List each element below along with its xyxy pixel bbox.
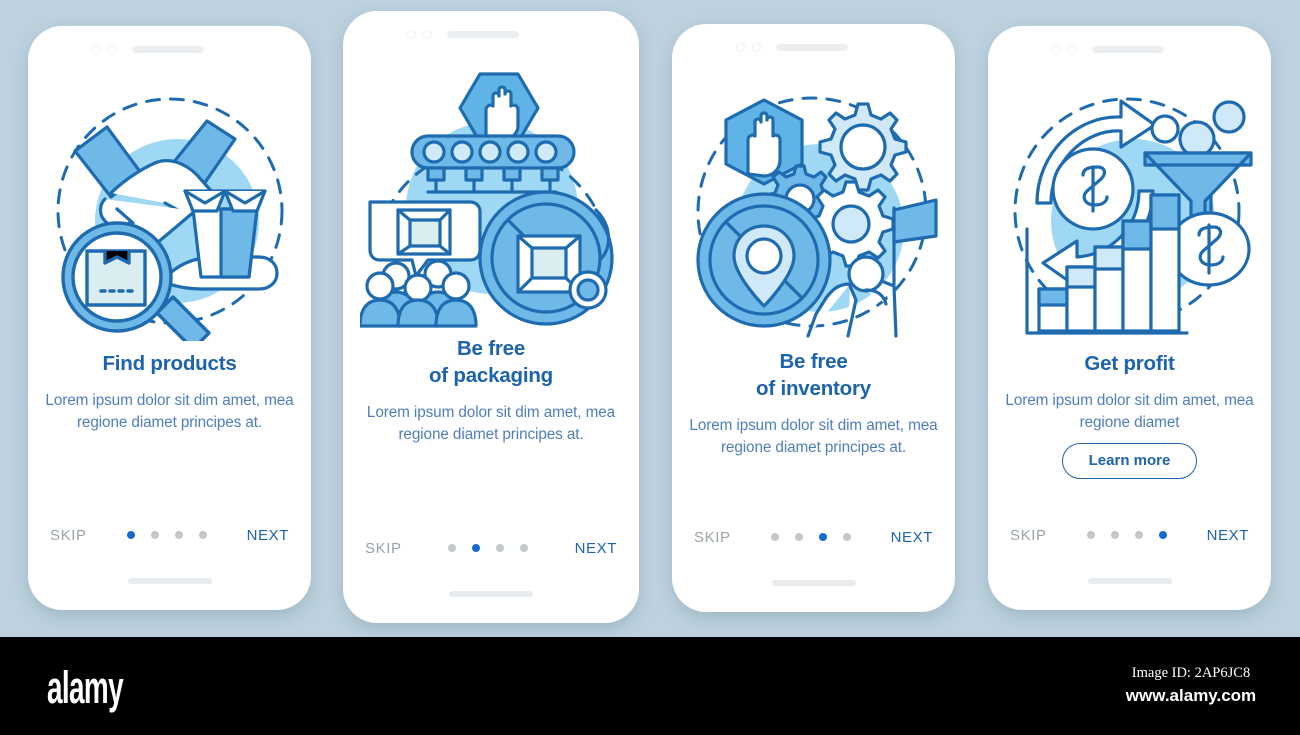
sensor-dot-icon [423,29,432,39]
camera-dot-icon [407,29,416,39]
cta-area: Learn more [1004,443,1255,479]
earpiece-speaker-icon [447,30,519,38]
copy-block: Be free of packaging Lorem ipsum dolor s… [343,335,639,531]
onboarding-phone-row: Find products Lorem ipsum dolor sit dim … [0,0,1300,634]
home-indicator-area [988,552,1271,610]
page-dot-2[interactable] [150,531,159,539]
next-button[interactable]: NEXT [247,527,289,544]
stock-watermark-bar: alamy Image ID: 2AP6JC8 www.alamy.com [0,637,1300,735]
phone-status-bar [343,11,639,57]
pager-row: SKIP NEXT [988,518,1271,552]
sensor-dot-icon [1068,44,1077,54]
copy-block: Find products Lorem ipsum dolor sit dim … [28,350,311,518]
next-button[interactable]: NEXT [575,540,617,557]
page-dot-3[interactable] [174,531,183,539]
page-indicator-dots [770,533,851,541]
next-button[interactable]: NEXT [891,529,933,546]
page-indicator-dots [1086,531,1167,539]
home-indicator [449,591,533,597]
page-dot-2[interactable] [1110,531,1119,539]
camera-dot-icon [1052,44,1061,54]
home-indicator [771,580,856,586]
page-dot-1[interactable] [126,531,135,539]
skip-button[interactable]: SKIP [50,527,87,544]
phone-screen-be-free-of-packaging: Be free of packaging Lorem ipsum dolor s… [343,11,639,623]
pager-row: SKIP NEXT [343,531,639,565]
camera-dot-icon [736,42,745,52]
earpiece-speaker-icon [1092,45,1164,53]
page-body-text: Lorem ipsum dolor sit dim amet, mea regi… [45,392,294,431]
skip-button[interactable]: SKIP [365,540,402,557]
sensor-dot-icon [108,44,117,54]
page-title: Be free of packaging [428,337,554,387]
page-body-text: Lorem ipsum dolor sit dim amet, mea regi… [689,417,938,456]
phone-screen-find-products: Find products Lorem ipsum dolor sit dim … [28,26,311,610]
page-indicator-dots [126,531,207,539]
copy-block: Get profit Lorem ipsum dolor sit dim ame… [988,350,1271,518]
page-dot-1[interactable] [1086,531,1095,539]
page-indicator-dots [448,544,529,552]
phone-status-bar [988,26,1271,72]
pager-row: SKIP NEXT [672,520,955,554]
pager-row: SKIP NEXT [28,518,311,552]
page-title: Get profit [1084,352,1175,375]
page-dot-3[interactable] [496,544,505,552]
illustration-handshake-magnifier-box-icon [28,72,311,350]
earpiece-speaker-icon [776,43,848,51]
skip-button[interactable]: SKIP [694,529,731,546]
page-dot-2[interactable] [794,533,803,541]
illustration-conveyor-stophand-people-noparcel-icon [343,57,639,335]
watermark-meta: Image ID: 2AP6JC8 www.alamy.com [1096,665,1286,706]
page-dot-4[interactable] [1158,531,1167,539]
page-dot-3[interactable] [1134,531,1143,539]
page-dot-4[interactable] [198,531,207,539]
home-indicator [1087,578,1172,584]
sensor-dot-icon [752,42,761,52]
page-title: Be free of inventory [756,350,871,400]
next-button[interactable]: NEXT [1207,527,1249,544]
home-indicator [127,578,212,584]
page-title: Find products [102,352,237,375]
learn-more-button[interactable]: Learn more [1061,443,1198,479]
phone-screen-be-free-of-inventory: Be free of inventory Lorem ipsum dolor s… [672,24,955,612]
page-dot-1[interactable] [770,533,779,541]
illustration-money-cycle-funnel-bargraph-icon [988,72,1271,350]
home-indicator-area [343,565,639,623]
page-dot-4[interactable] [842,533,851,541]
page-body-text: Lorem ipsum dolor sit dim amet, mea regi… [366,404,616,443]
illustration-stophand-gears-nolocation-flagperson-icon [672,70,955,348]
alamy-logo: alamy [47,662,124,713]
page-dot-3[interactable] [818,533,827,541]
alamy-website-label: www.alamy.com [1125,686,1257,705]
page-dot-1[interactable] [448,544,457,552]
phone-screen-get-profit: Get profit Lorem ipsum dolor sit dim ame… [988,26,1271,610]
image-id-label: Image ID: 2AP6JC8 [1131,665,1251,681]
skip-button[interactable]: SKIP [1010,527,1047,544]
phone-status-bar [672,24,955,70]
camera-dot-icon [92,44,101,54]
page-dot-4[interactable] [520,544,529,552]
screenshot-stage: Find products Lorem ipsum dolor sit dim … [0,0,1300,735]
copy-block: Be free of inventory Lorem ipsum dolor s… [672,348,955,520]
phone-status-bar [28,26,311,72]
page-body-text: Lorem ipsum dolor sit dim amet, mea regi… [1005,392,1254,431]
home-indicator-area [28,552,311,610]
earpiece-speaker-icon [132,45,204,53]
page-dot-2[interactable] [472,544,481,552]
home-indicator-area [672,554,955,612]
